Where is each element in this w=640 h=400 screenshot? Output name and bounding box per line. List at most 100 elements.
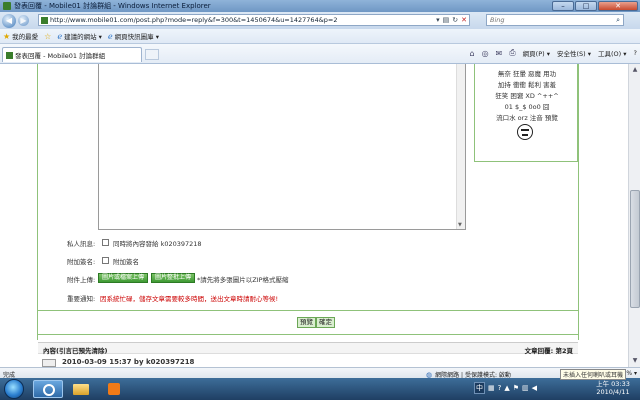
signature-checkbox[interactable] [102, 257, 109, 264]
back-button[interactable]: ◀ [2, 13, 16, 28]
clock-date: 2010/4/11 [596, 388, 630, 396]
private-message-label: 私人訊息: [67, 240, 96, 248]
private-message-checkbox[interactable] [102, 239, 109, 246]
ime-indicator[interactable]: 中 [474, 382, 485, 394]
forward-button[interactable]: ▶ [18, 15, 29, 26]
web-slice-gallery-link[interactable]: ℯ 網頁快訊圖庫 ▾ [107, 31, 159, 42]
url-text[interactable]: http://www.mobile01.com/post.php?mode=re… [50, 16, 337, 24]
private-message-text: 同時將內容發給 k020397218 [113, 240, 202, 248]
notice-text: 因系統忙碌，儲存文章需要較多時間，送出文章時請耐心等候! [100, 295, 279, 303]
stop-icon[interactable]: ✕ [461, 16, 467, 24]
search-box[interactable]: ⌕ [486, 14, 624, 26]
add-favorite-button[interactable]: ☆ [44, 32, 51, 41]
compat-view-icon[interactable]: ▤ [443, 16, 450, 24]
notice-label: 重要通知: [67, 295, 96, 303]
page-scrollbar[interactable]: ▲ ▼ [628, 64, 640, 367]
scroll-up-icon[interactable]: ▲ [630, 65, 640, 75]
help-icon[interactable]: ? [498, 384, 502, 392]
smiley-row[interactable]: 加持 衝衝 鬆利 害羞 [475, 79, 579, 89]
form-divider [38, 334, 578, 335]
smiley-row[interactable]: 狂笑 困窘 XD ^++^ [475, 90, 579, 100]
quote-section-title: 內容(引言已預先清除) [43, 347, 108, 355]
suggested-sites-link[interactable]: ℯ 建議的網站 ▾ [57, 31, 102, 42]
page-menu[interactable]: 網頁(P) ▾ [523, 48, 550, 58]
message-textarea[interactable]: ▼ [98, 64, 466, 230]
upload-label: 附件上傳: [67, 276, 96, 284]
feeds-icon[interactable]: ◎ [482, 49, 489, 58]
favorites-label: 我的最愛 [12, 33, 39, 41]
status-bar: 完成 ◍ 網際網路 | 受保護模式: 啟動 100% ▾ [0, 367, 640, 379]
minimize-button[interactable]: – [552, 1, 574, 11]
batch-upload-button[interactable]: 圖片整批上傳 [151, 273, 196, 283]
taskbar: 中 ▦ ? ▲ ⚑ ▥ ◀ [0, 378, 640, 400]
ie-icon [43, 384, 55, 396]
smiley-panel: 無奈 狂暈 惡魔 用功 加持 衝衝 鬆利 害羞 狂笑 困窘 XD ^++^ 01… [474, 64, 578, 162]
start-button[interactable] [4, 379, 24, 399]
smiley-face-icon[interactable] [517, 124, 533, 140]
tray-expand-icon[interactable]: ▲ [504, 384, 509, 392]
tools-menu[interactable]: 工具(O) ▾ [598, 48, 627, 58]
ie-icon: ℯ [107, 31, 113, 41]
home-icon[interactable]: ⌂ [469, 49, 474, 58]
system-tray: 中 ▦ ? ▲ ⚑ ▥ ◀ [474, 382, 537, 394]
scrollbar-thumb[interactable] [630, 190, 640, 308]
add-favorite-icon: ☆ [44, 31, 52, 41]
favorites-bar: ★ 我的最愛 ☆ ℯ 建議的網站 ▾ ℯ 網頁快訊圖庫 ▾ [0, 29, 640, 44]
favorites-star-icon: ★ [3, 31, 11, 41]
refresh-icon[interactable]: ↻ [452, 16, 458, 24]
close-button[interactable]: ✕ [598, 1, 638, 11]
window-title-bar: 發表回覆 - Mobile01 討論群組 - Windows Internet … [0, 0, 640, 12]
system-clock[interactable]: 上午 03:33 2010/4/11 [593, 380, 633, 396]
upload-file-button[interactable]: 圖片或檔案上傳 [98, 273, 149, 283]
upload-hint: *請先將多張圖片以ZIP格式壓縮 [197, 276, 289, 284]
taskbar-media-player-button[interactable] [99, 380, 129, 398]
volume-icon[interactable]: ◀ [532, 384, 537, 392]
network-icon[interactable]: ▥ [522, 384, 529, 392]
ie-app-icon [3, 2, 11, 10]
flag-icon[interactable]: ⚑ [513, 384, 519, 392]
site-favicon-icon [41, 16, 48, 24]
clock-time: 上午 03:33 [596, 380, 630, 388]
scroll-down-icon[interactable]: ▼ [458, 222, 462, 228]
post-icon [42, 359, 56, 367]
mail-icon[interactable]: ✉ [496, 49, 503, 58]
taskbar-explorer-button[interactable] [66, 380, 96, 398]
post-meta: 2010-03-09 15:37 by k020397218 [62, 358, 195, 366]
textarea-scrollbar[interactable]: ▼ [456, 64, 465, 229]
url-field[interactable]: http://www.mobile01.com/post.php?mode=re… [38, 14, 470, 26]
print-icon[interactable]: ⎙ [509, 48, 515, 58]
reply-page-count: 文章回覆: 第2頁 [524, 347, 573, 355]
taskbar-ie-button[interactable] [33, 380, 63, 398]
web-slice-gallery-label: 網頁快訊圖庫 ▾ [114, 33, 159, 41]
window-controls: – □ ✕ [552, 1, 638, 11]
address-bar: ◀ ▶ http://www.mobile01.com/post.php?mod… [0, 12, 640, 29]
ie-icon: ℯ [57, 31, 63, 41]
smiley-row[interactable]: 01 $_$ 0o0 囧 [475, 101, 579, 111]
submit-button[interactable]: 確定 [316, 317, 335, 328]
help-menu[interactable]: ? [634, 49, 637, 57]
quote-section-header: 內容(引言已預先清除) 文章回覆: 第2頁 [38, 342, 578, 355]
safety-menu[interactable]: 安全性(S) ▾ [557, 48, 591, 58]
favorites-button[interactable]: ★ 我的最愛 [3, 31, 39, 42]
command-bar: ⌂ ◎ ✉ ⎙ 網頁(P) ▾ 安全性(S) ▾ 工具(O) ▾ ? [469, 48, 637, 58]
signature-text: 附加簽名 [113, 258, 139, 266]
dropdown-icon[interactable]: ▾ [436, 16, 440, 24]
tab-reply[interactable]: 發表回覆 - Mobile01 討論群組 [2, 47, 142, 62]
url-tools: ▾ ▤ ↻ ✕ [436, 16, 467, 24]
window-title: 發表回覆 - Mobile01 討論群組 - Windows Internet … [14, 2, 211, 10]
smiley-row[interactable]: 無奈 狂暈 惡魔 用功 [475, 68, 579, 78]
tab-bar: 發表回覆 - Mobile01 討論群組 ⌂ ◎ ✉ ⎙ 網頁(P) ▾ 安全性… [0, 44, 640, 64]
form-divider [38, 310, 578, 311]
search-input[interactable] [490, 16, 590, 24]
signature-label: 附加簽名: [67, 258, 96, 266]
smiley-row[interactable]: 流口水 orz 注音 預覽 [475, 112, 579, 122]
scroll-down-icon[interactable]: ▼ [630, 356, 640, 366]
page-content: ▼ 無奈 狂暈 惡魔 用功 加持 衝衝 鬆利 害羞 狂笑 困窘 XD ^++^ … [0, 64, 628, 367]
maximize-button[interactable]: □ [575, 1, 597, 11]
media-player-icon [108, 383, 120, 395]
search-icon[interactable]: ⌕ [616, 16, 620, 25]
ime-toolbar-icon[interactable]: ▦ [488, 384, 495, 392]
folder-icon [73, 384, 89, 395]
preview-button[interactable]: 預覽 [297, 317, 316, 328]
new-tab-button[interactable] [145, 49, 159, 60]
